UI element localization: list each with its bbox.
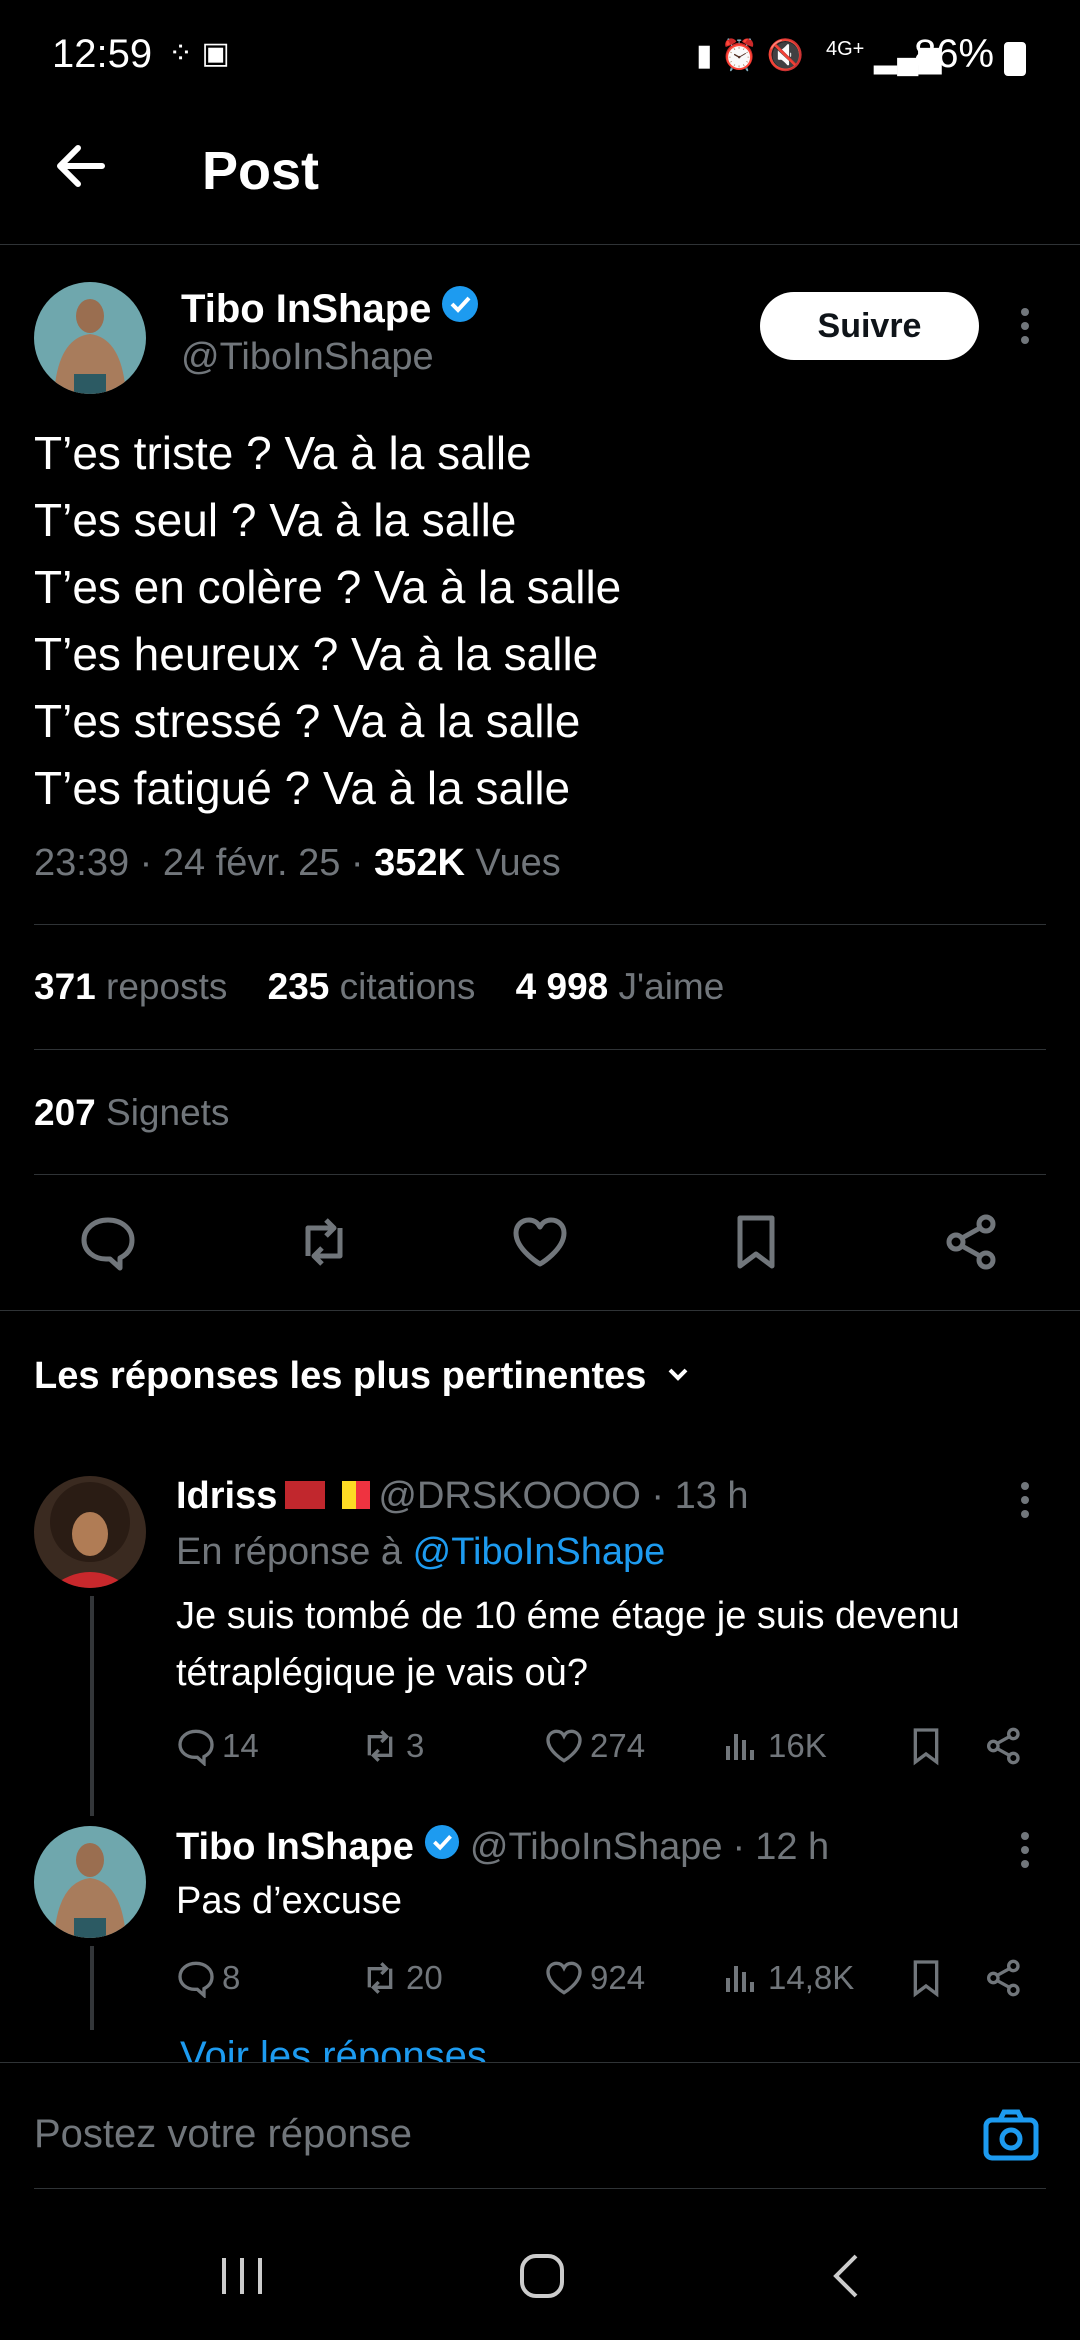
status-time: 12:59	[52, 32, 153, 76]
see-replies-link[interactable]: Voir les réponses	[180, 2034, 487, 2062]
page-title: Post	[202, 141, 320, 201]
reply-header: Idriss @DRSKOOOO · 13 h	[176, 1475, 749, 1519]
battery-icon	[1004, 42, 1026, 76]
reply-time: 12 h	[755, 1825, 830, 1868]
divider	[34, 1174, 1046, 1175]
views-label: Vues	[475, 842, 561, 884]
verified-badge-icon	[424, 1824, 460, 1870]
share-icon[interactable]	[942, 1212, 1002, 1272]
thread-line	[90, 1596, 94, 1816]
more-options-icon[interactable]	[1019, 1482, 1031, 1524]
reply-avatar[interactable]	[34, 1476, 146, 1588]
reply-text: Je suis tombé de 10 éme étage je suis de…	[176, 1595, 960, 1694]
author-handle: @TiboInShape	[181, 336, 434, 378]
back-arrow-icon[interactable]	[52, 138, 108, 194]
reply-handle: @DRSKOOOO	[378, 1475, 641, 1517]
notification-icons: ⁘ ▣	[168, 37, 230, 70]
post-date: 24 févr. 25	[162, 842, 341, 884]
bookmark-icon[interactable]	[906, 1726, 946, 1766]
reply-views-action[interactable]: 16K	[722, 1726, 827, 1766]
post-text: T’es triste ? Va à la salle T’es seul ? …	[34, 427, 622, 814]
post-time: 23:39	[34, 842, 130, 884]
reply-time: 13 h	[674, 1475, 749, 1517]
more-options-icon[interactable]	[1019, 308, 1031, 350]
reply-author-name[interactable]: Tibo InShape	[176, 1826, 414, 1869]
likes-stat[interactable]: 4 998 J'aime	[516, 966, 725, 1007]
flags-icon	[285, 1476, 371, 1519]
reply-icon[interactable]	[78, 1212, 138, 1272]
home-icon[interactable]	[518, 2252, 566, 2305]
engagement-stats: 371 reposts 235 citations 4 998 J'aime	[34, 966, 724, 1008]
bookmark-icon[interactable]	[726, 1212, 786, 1272]
reply-avatar[interactable]	[34, 1826, 146, 1938]
network-label: 4G+	[826, 38, 865, 60]
recent-apps-icon[interactable]	[218, 2254, 266, 2303]
quotes-stat[interactable]: 235 citations	[268, 966, 476, 1007]
reply-repost-action[interactable]: 3	[360, 1726, 424, 1766]
divider	[34, 2188, 1046, 2189]
views-count: 352K	[374, 842, 465, 884]
reply-comment-action[interactable]: 14	[176, 1726, 259, 1766]
reply-to-line: En réponse à @TiboInShape	[176, 1531, 666, 1573]
status-bar: 12:59 ⁘ ▣ ▮ ⏰ 🔇 4G+ ▂▄▆ 86%	[0, 0, 1080, 110]
replies-sort-label: Les réponses les plus pertinentes	[34, 1355, 647, 1397]
follow-button[interactable]: Suivre	[760, 292, 979, 360]
reply-input[interactable]: Postez votre réponse	[34, 2112, 412, 2157]
verified-badge-icon	[441, 285, 479, 333]
reply-comment-action[interactable]: 8	[176, 1958, 240, 1998]
divider	[0, 1310, 1080, 1311]
reply-text: Pas d’excuse	[176, 1880, 403, 1922]
see-replies-clip: Voir les réponses	[0, 2030, 1080, 2062]
camera-icon[interactable]	[982, 2106, 1040, 2169]
divider	[34, 924, 1046, 925]
battery-percent: 86%	[914, 32, 995, 76]
reply-header: Tibo InShape @TiboInShape · 12 h	[176, 1824, 829, 1870]
share-icon[interactable]	[984, 1726, 1024, 1766]
replies-sort-dropdown[interactable]: Les réponses les plus pertinentes	[34, 1355, 692, 1398]
reply-handle: @TiboInShape	[469, 1825, 723, 1868]
header-divider	[0, 244, 1080, 245]
share-icon[interactable]	[984, 1958, 1024, 1998]
post-meta: 23:39 · 24 févr. 25 · 352K Vues	[34, 842, 561, 884]
chevron-down-icon	[664, 1355, 692, 1398]
reply-repost-action[interactable]: 20	[360, 1958, 443, 1998]
bookmarks-stat[interactable]: 207 Signets	[34, 1092, 229, 1134]
reply-to-link[interactable]: @TiboInShape	[413, 1531, 666, 1573]
reply-like-action[interactable]: 924	[544, 1958, 645, 1998]
back-nav-icon[interactable]	[826, 2252, 866, 2305]
repost-icon[interactable]	[294, 1212, 354, 1272]
bookmark-icon[interactable]	[906, 1958, 946, 1998]
reply-author-name[interactable]: Idriss	[176, 1475, 277, 1517]
more-options-icon[interactable]	[1019, 1832, 1031, 1874]
divider	[34, 1049, 1046, 1050]
author-name: Tibo InShape	[181, 286, 432, 331]
thread-line	[90, 1946, 94, 2030]
reposts-stat[interactable]: 371 reposts	[34, 966, 227, 1007]
reply-views-action[interactable]: 14,8K	[722, 1958, 854, 1998]
author-avatar[interactable]	[34, 282, 146, 394]
system-icons: ▮ ⏰ 🔇	[696, 39, 804, 72]
reply-like-action[interactable]: 274	[544, 1726, 645, 1766]
like-icon[interactable]	[510, 1212, 570, 1272]
author-name-row[interactable]: Tibo InShape	[181, 285, 479, 333]
